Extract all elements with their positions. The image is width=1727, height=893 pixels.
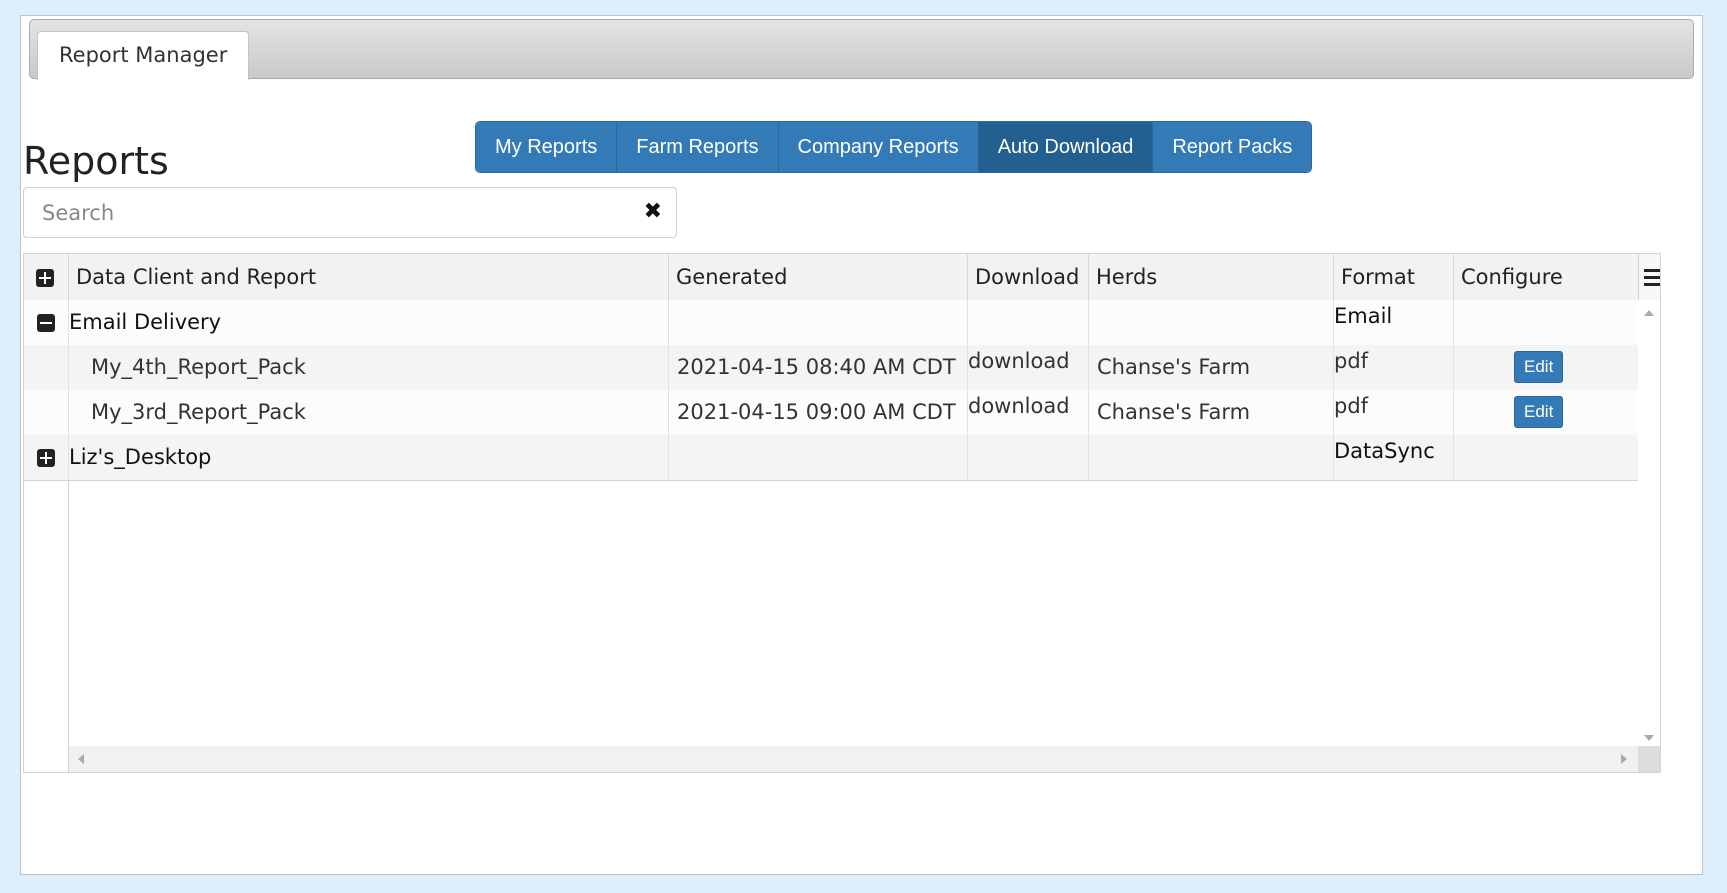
report-herds: Chanse's Farm [1089, 390, 1334, 435]
group-download [968, 300, 1089, 345]
group-format: DataSync [1334, 435, 1454, 480]
nav-farm-reports-button[interactable]: Farm Reports [617, 122, 779, 172]
tab-report-manager[interactable]: Report Manager [37, 31, 250, 80]
edit-button[interactable]: Edit [1514, 396, 1564, 428]
table-row: My_4th_Report_Pack 2021-04-15 08:40 AM C… [24, 345, 1638, 390]
scroll-down-icon[interactable] [1644, 735, 1654, 741]
nav-my-reports-button[interactable]: My Reports [476, 122, 618, 172]
expand-group-icon[interactable] [37, 449, 55, 467]
report-generated: 2021-04-15 08:40 AM CDT [669, 345, 968, 390]
group-toggle-cell [24, 300, 69, 345]
group-generated [669, 300, 968, 345]
row-gutter-cell [24, 390, 69, 435]
group-configure [1454, 300, 1638, 345]
expand-all-cell [24, 254, 69, 300]
report-configure: Edit [1454, 390, 1638, 435]
nav-company-reports-button[interactable]: Company Reports [778, 122, 979, 172]
report-type-nav: My Reports Farm Reports Company Reports … [475, 121, 1313, 173]
header-data-client-report[interactable]: Data Client and Report [69, 254, 669, 300]
row-gutter-cell [24, 345, 69, 390]
download-link[interactable]: download [968, 345, 1089, 390]
scroll-up-icon[interactable] [1644, 310, 1654, 316]
report-name: My_3rd_Report_Pack [69, 390, 669, 435]
group-herds [1089, 300, 1334, 345]
collapse-group-icon[interactable] [37, 314, 55, 332]
group-toggle-cell [24, 435, 69, 480]
group-download [968, 435, 1089, 480]
scroll-right-icon[interactable] [1621, 754, 1627, 764]
column-menu-icon[interactable] [1638, 254, 1660, 300]
report-name: My_4th_Report_Pack [69, 345, 669, 390]
group-herds [1089, 435, 1334, 480]
group-format: Email [1334, 300, 1454, 345]
clear-search-icon[interactable]: ✖ [644, 199, 662, 225]
report-format: pdf [1334, 345, 1454, 390]
expand-all-icon[interactable] [36, 269, 54, 287]
header-download[interactable]: Download [968, 254, 1089, 300]
report-herds: Chanse's Farm [1089, 345, 1334, 390]
download-link[interactable]: download [968, 390, 1089, 435]
group-row-email-delivery[interactable]: Email Delivery Email [24, 300, 1638, 345]
search-box: ✖ [23, 187, 677, 238]
header-herds[interactable]: Herds [1089, 254, 1334, 300]
horizontal-scrollbar[interactable] [69, 746, 1638, 772]
scrollbar-corner [1638, 746, 1660, 772]
table-row: My_3rd_Report_Pack 2021-04-15 09:00 AM C… [24, 390, 1638, 435]
header-format[interactable]: Format [1334, 254, 1454, 300]
reports-grid: Data Client and Report Generated Downloa… [23, 253, 1661, 773]
search-input[interactable] [24, 188, 660, 237]
group-configure [1454, 435, 1638, 480]
group-row-lizs-desktop[interactable]: Liz's_Desktop DataSync [24, 435, 1638, 481]
edit-button[interactable]: Edit [1514, 351, 1564, 383]
group-name: Liz's_Desktop [69, 435, 669, 480]
report-format: pdf [1334, 390, 1454, 435]
group-name: Email Delivery [69, 300, 669, 345]
scroll-left-icon[interactable] [78, 754, 84, 764]
nav-auto-download-button[interactable]: Auto Download [978, 122, 1154, 172]
tab-bar: Report Manager [29, 19, 1694, 80]
report-configure: Edit [1454, 345, 1638, 390]
group-generated [669, 435, 968, 480]
nav-report-packs-button[interactable]: Report Packs [1153, 122, 1312, 172]
header-generated[interactable]: Generated [669, 254, 968, 300]
header-configure[interactable]: Configure [1454, 254, 1638, 300]
page-title: Reports [23, 139, 169, 183]
report-generated: 2021-04-15 09:00 AM CDT [669, 390, 968, 435]
vertical-scrollbar[interactable] [1638, 300, 1660, 766]
grid-header: Data Client and Report Generated Downloa… [24, 254, 1660, 301]
